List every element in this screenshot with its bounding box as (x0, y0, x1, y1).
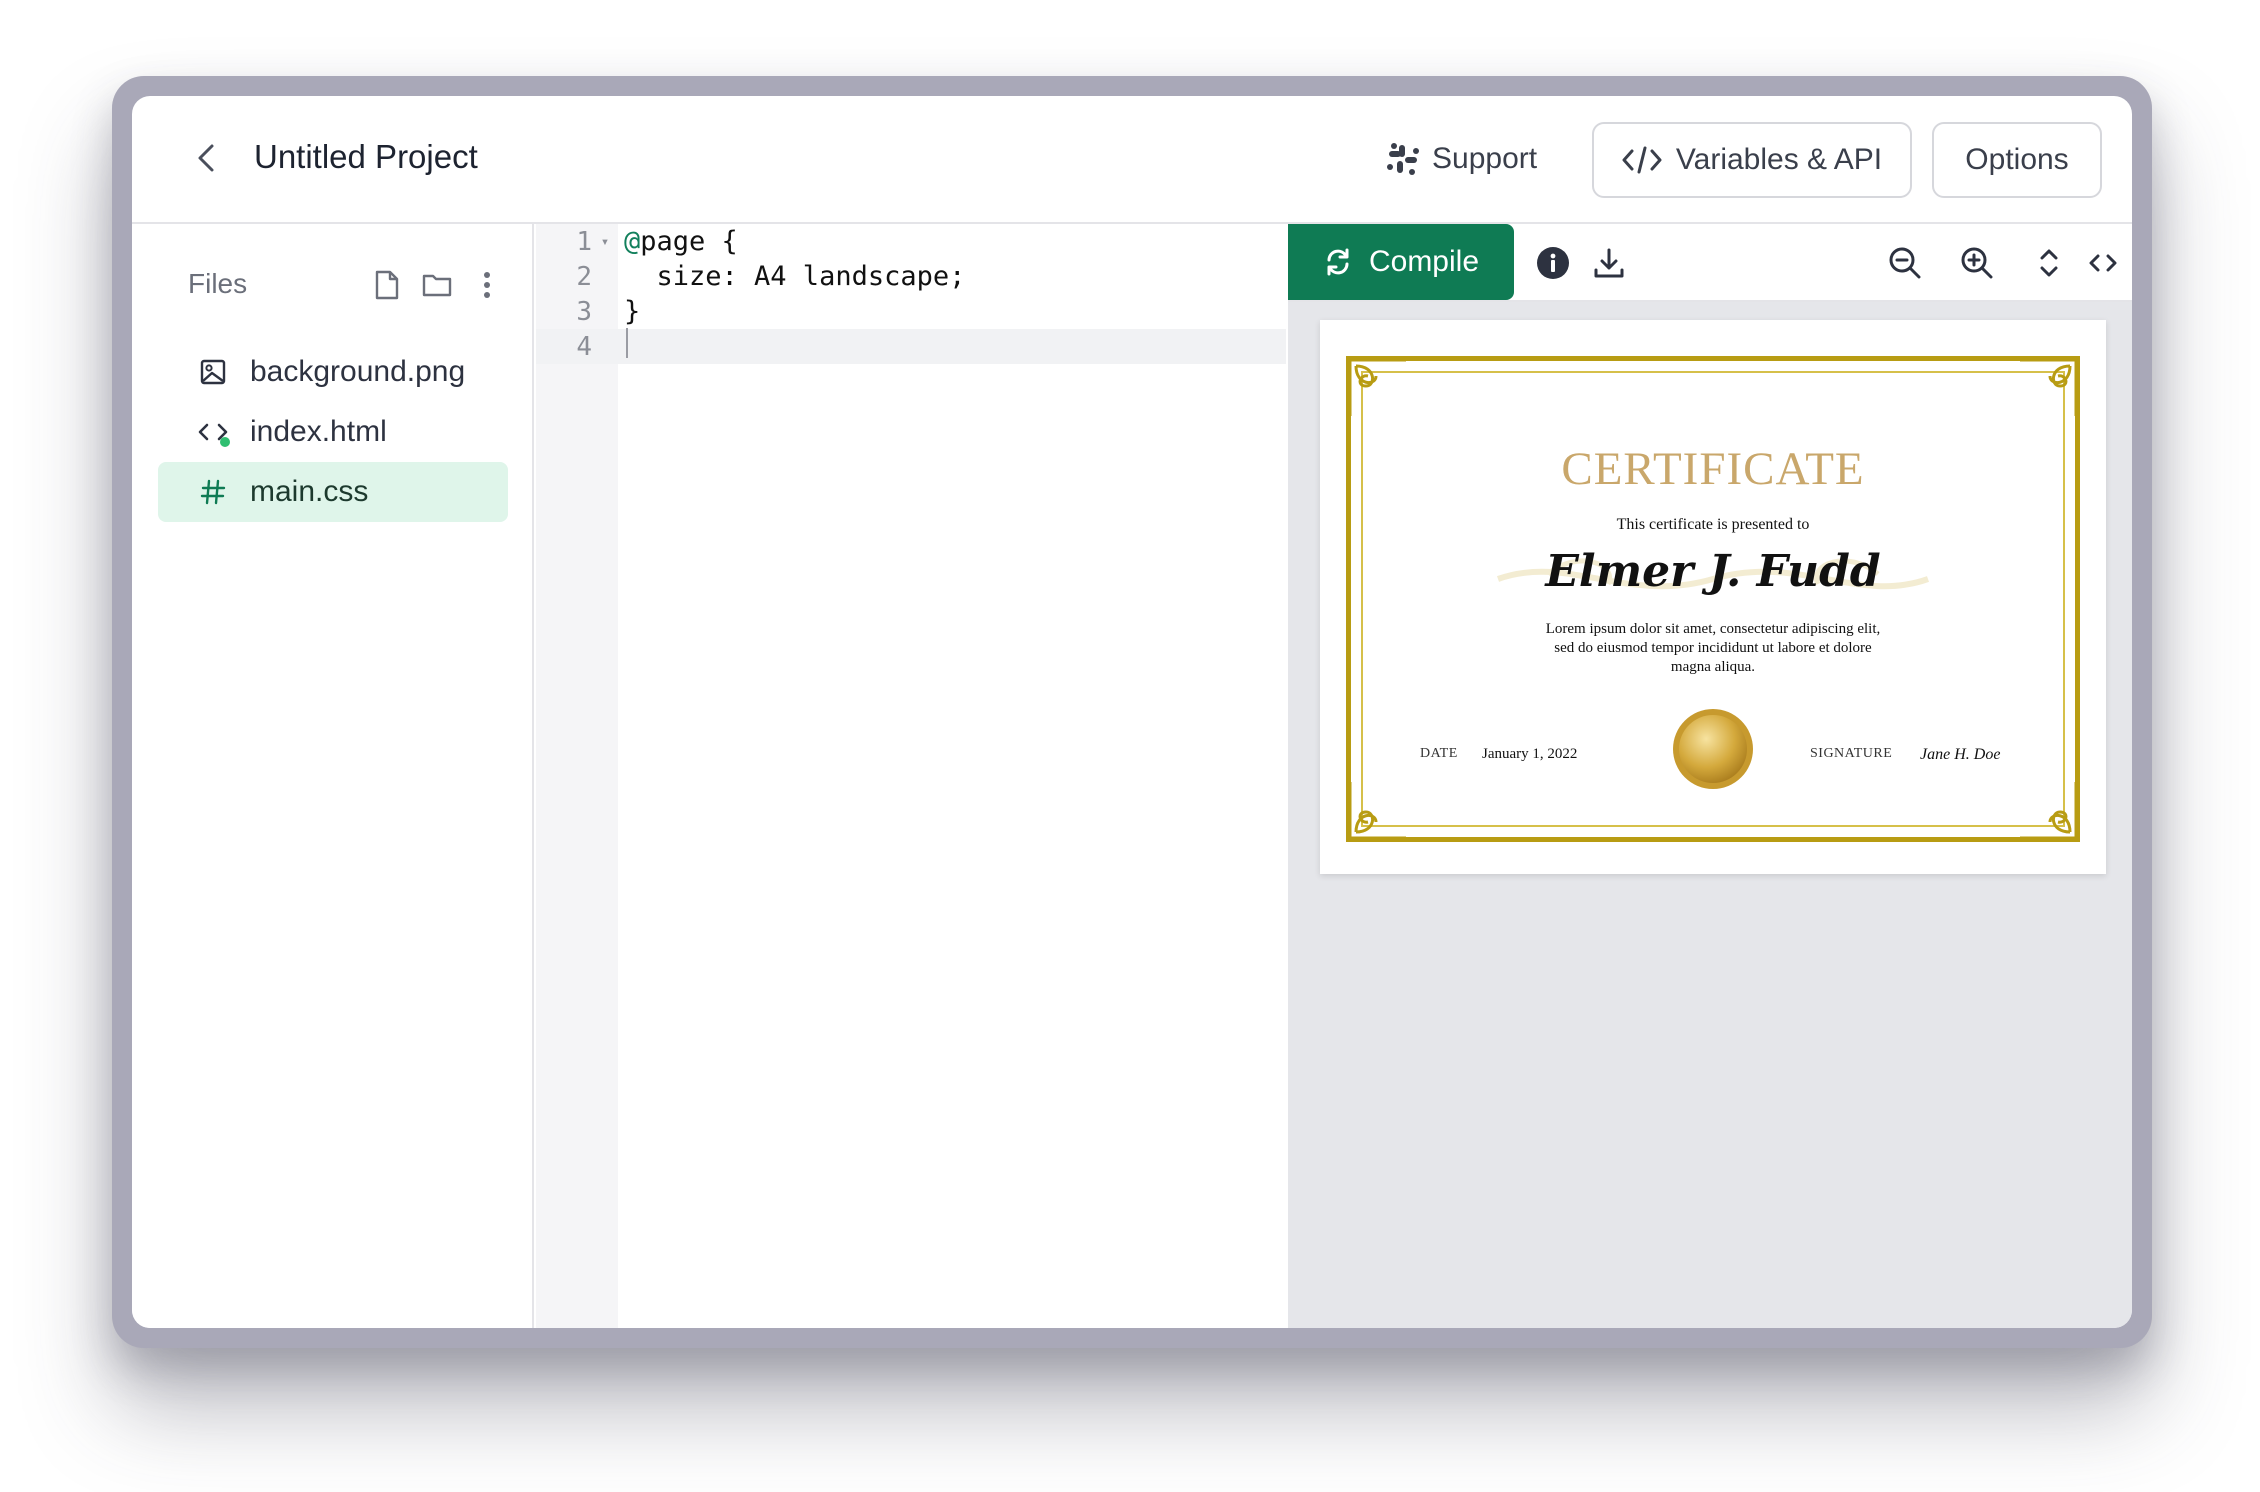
code-line-current: 4 (536, 328, 1286, 365)
download-icon (1594, 248, 1624, 278)
recipient-name: Elmer J. Fudd (1545, 546, 1881, 597)
refresh-icon (1327, 248, 1349, 276)
new-file-button[interactable] (370, 268, 404, 302)
fold-arrow-icon[interactable]: ▾ (592, 234, 618, 250)
fit-height-button[interactable] (2030, 244, 2068, 282)
line-number: 2 (576, 261, 592, 292)
ornament-corner-icon (1348, 782, 1406, 840)
certificate-body: Lorem ipsum dolor sit amet, consectetur … (1545, 621, 1881, 675)
image-icon (198, 357, 228, 387)
preview-page: CERTIFICATE This certificate is presente… (1320, 320, 2106, 874)
options-label: Options (1965, 143, 2069, 176)
code-icon (198, 417, 230, 447)
variables-api-button[interactable]: Variables & API (1592, 122, 1912, 198)
file-item-index-html[interactable]: index.html (158, 402, 508, 462)
file-item-background-png[interactable]: background.png (158, 342, 508, 402)
gold-seal-icon (1673, 709, 1753, 789)
fit-width-button[interactable] (2084, 244, 2122, 282)
modified-dot (220, 437, 230, 447)
zoom-out-button[interactable] (1886, 244, 1924, 282)
file-sidebar: Files background.png index.html main.css (132, 224, 534, 1328)
new-file-icon (375, 270, 399, 300)
ornament-corner-icon (2020, 358, 2078, 416)
new-folder-button[interactable] (420, 268, 454, 302)
line-number: 1 (576, 226, 592, 257)
line-number: 4 (576, 331, 592, 362)
app-window: Untitled Project Support Variables & API… (132, 96, 2132, 1328)
code-line: 1 ▾ @page { (536, 224, 1286, 259)
preview-toolbar: Compile (1288, 224, 2132, 302)
file-list: background.png index.html main.css (158, 342, 508, 522)
compile-label: Compile (1368, 245, 1480, 278)
folder-icon (422, 274, 452, 297)
code-line: 2 size: A4 landscape; (536, 259, 1286, 294)
zoom-in-button[interactable] (1958, 244, 1996, 282)
support-link[interactable]: Support (1386, 134, 1537, 184)
zoom-out-icon (1889, 247, 1921, 279)
chevron-left-icon (198, 144, 214, 172)
text-cursor (626, 328, 628, 358)
project-title: Untitled Project (254, 138, 478, 175)
hash-icon (198, 477, 228, 507)
file-item-main-css[interactable]: main.css (158, 462, 508, 522)
line-text: size: A4 landscape; (624, 261, 966, 292)
code-editor[interactable]: 1 ▾ @page { 2 size: A4 landscape; 3 } 4 (536, 224, 1286, 1328)
zoom-in-icon (1961, 247, 1993, 279)
download-button[interactable] (1590, 244, 1628, 282)
slack-icon (1387, 143, 1419, 175)
line-text: @page { (624, 226, 738, 257)
code-slash-icon (1622, 146, 1662, 174)
chevron-left-right-icon (2089, 254, 2117, 272)
line-number: 3 (576, 296, 592, 327)
ornament-corner-icon (2020, 782, 2078, 840)
signature-label: SIGNATURE (1810, 746, 1893, 761)
file-name: main.css (250, 475, 369, 508)
back-button[interactable] (184, 136, 228, 180)
date-label: DATE (1420, 746, 1458, 761)
file-name: background.png (250, 355, 466, 388)
header: Untitled Project Support Variables & API… (132, 96, 2132, 224)
info-button[interactable] (1534, 244, 1572, 282)
info-icon (1537, 247, 1569, 279)
compile-button[interactable]: Compile (1288, 224, 1514, 300)
certificate-title: CERTIFICATE (1561, 443, 1865, 495)
line-text: } (624, 296, 641, 327)
support-label: Support (1432, 142, 1538, 175)
code-line: 3 } (536, 294, 1286, 329)
date-value: January 1, 2022 (1482, 746, 1578, 762)
chevron-up-down-icon (2040, 249, 2058, 277)
preview-pane: Compile CERTIFICATE This certificate is … (1288, 224, 2132, 1328)
line-gutter (536, 224, 618, 1328)
signature-value: Jane H. Doe (1920, 746, 2001, 763)
more-vertical-icon (484, 272, 490, 298)
ornament-corner-icon (1348, 358, 1406, 416)
options-button[interactable]: Options (1932, 122, 2102, 198)
variables-api-label: Variables & API (1675, 143, 1883, 176)
files-heading: Files (188, 268, 248, 299)
more-options-button[interactable] (470, 268, 504, 302)
files-actions (370, 268, 504, 302)
line-text (618, 328, 628, 365)
file-name: index.html (250, 415, 387, 448)
certificate-subtitle: This certificate is presented to (1616, 516, 1810, 533)
